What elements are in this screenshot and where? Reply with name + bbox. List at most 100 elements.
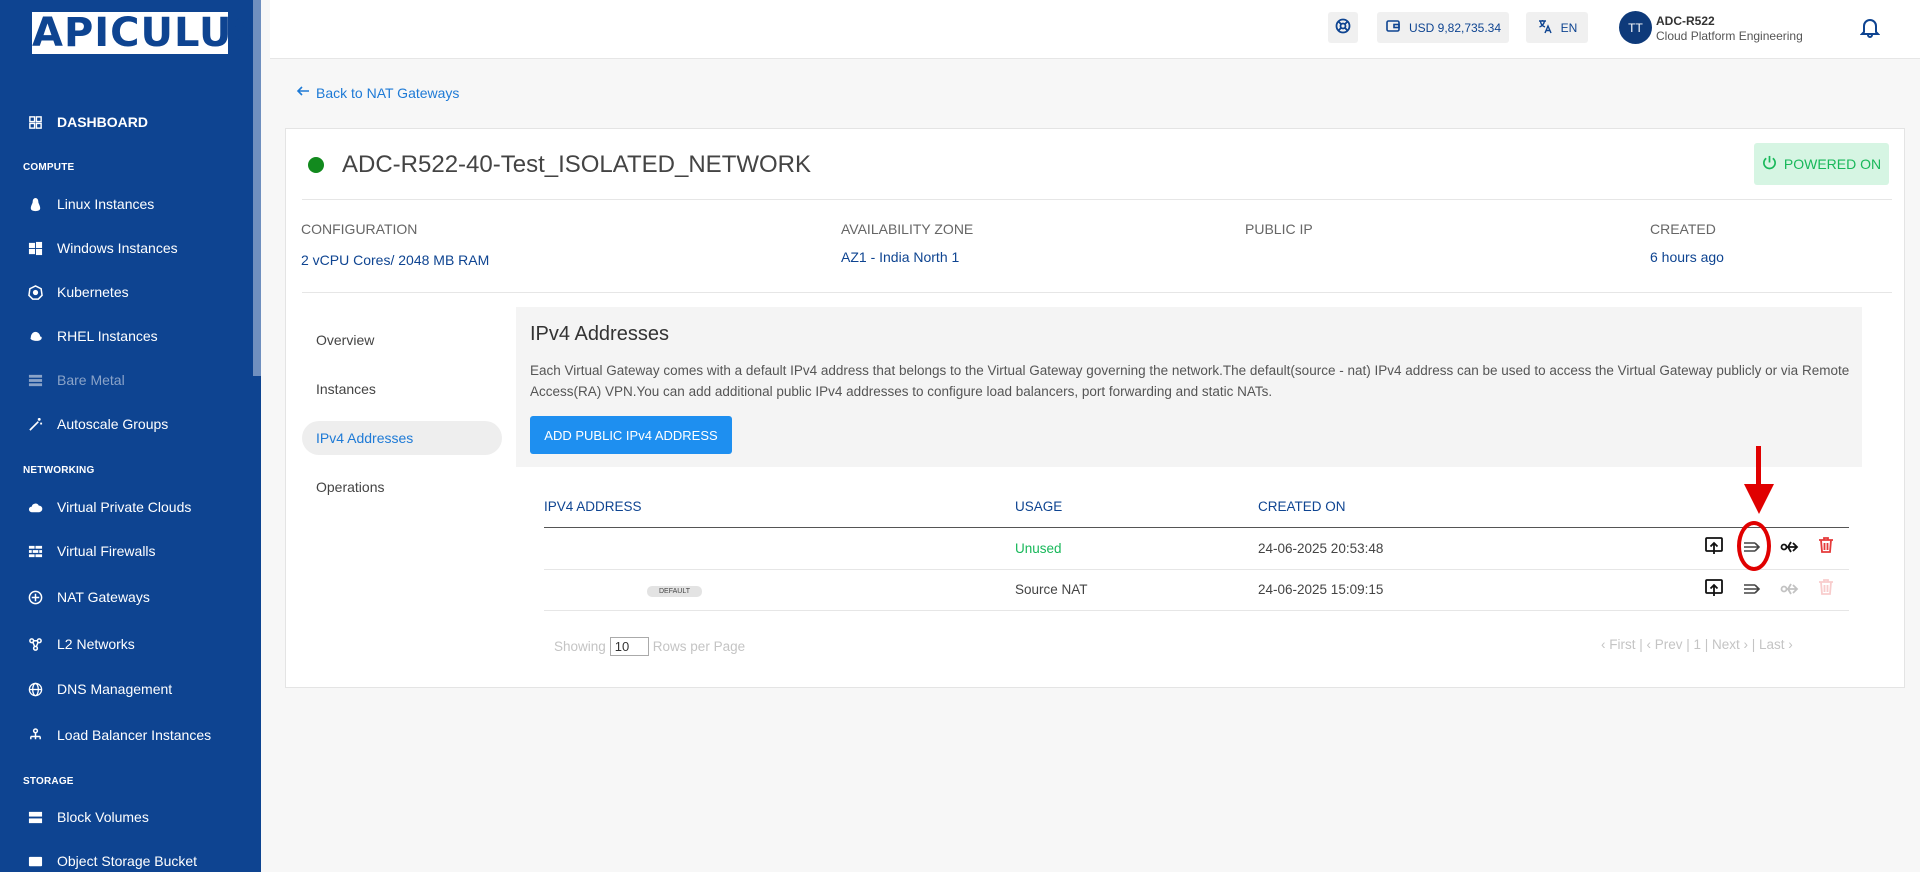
load-balancer-icon	[27, 727, 43, 743]
sidebar-item-l2-networks[interactable]: L2 Networks	[0, 628, 253, 660]
sidebar-item-bare-metal[interactable]: Bare Metal	[0, 364, 253, 396]
powered-on-button[interactable]: POWERED ON	[1754, 143, 1889, 185]
balance-text: USD 9,82,735.34	[1408, 20, 1502, 35]
static-nat-icon	[1778, 578, 1800, 600]
translate-icon	[1537, 18, 1553, 37]
usage-cell: Source NAT	[1015, 582, 1088, 597]
sidebar-scrollbar[interactable]	[253, 0, 261, 376]
public-ip-label: PUBLIC IP	[1245, 221, 1313, 237]
server-icon	[27, 372, 43, 388]
sidebar-item-windows-instances[interactable]: Windows Instances	[0, 232, 253, 264]
rows-per-page-label: Rows per Page	[652, 639, 746, 654]
rows-per-page-control: Showing 10 Rows per Page	[554, 637, 745, 656]
language-text: EN	[1560, 20, 1578, 35]
language-button[interactable]: EN	[1526, 12, 1588, 43]
tab-operations[interactable]: Operations	[302, 470, 502, 504]
sidebar-item-label: DASHBOARD	[57, 114, 148, 130]
nat-gateway-detail-card: ADC-R522-40-Test_ISOLATED_NETWORK POWERE…	[285, 128, 1905, 688]
sidebar-item-kubernetes[interactable]: Kubernetes	[0, 276, 253, 308]
delete-icon	[1815, 576, 1837, 598]
divider	[302, 199, 1892, 200]
tab-instances[interactable]: Instances	[302, 372, 502, 406]
created-on-cell: 24-06-2025 15:09:15	[1258, 582, 1384, 597]
l2-icon	[27, 636, 43, 652]
section-networking: NETWORKING	[23, 465, 95, 476]
default-badge: DEFAULT	[647, 586, 702, 597]
created-value: 6 hours ago	[1650, 249, 1724, 265]
created-on-cell: 24-06-2025 20:53:48	[1258, 541, 1384, 556]
upload-icon[interactable]	[1703, 535, 1725, 557]
windows-icon	[27, 240, 43, 256]
cloud-icon	[27, 499, 43, 515]
sidebar-item-label: Linux Instances	[57, 196, 155, 212]
bell-icon[interactable]	[1859, 16, 1881, 38]
sidebar-item-label: Load Balancer Instances	[57, 727, 212, 743]
sidebar-item-label: Object Storage Bucket	[57, 853, 198, 869]
wand-icon	[27, 416, 43, 432]
back-link-label: Back to NAT Gateways	[316, 84, 460, 101]
pagination-nav[interactable]: ‹ First | ‹ Prev | 1 | Next › | Last ›	[1601, 637, 1793, 652]
sidebar-item-label: Autoscale Groups	[57, 416, 169, 432]
sidebar-item-object-storage-bucket[interactable]: Object Storage Bucket	[0, 845, 253, 872]
column-header-ipv4-address: IPV4 ADDRESS	[544, 499, 642, 514]
support-button[interactable]	[1328, 12, 1358, 43]
availability-zone-value: AZ1 - India North 1	[841, 249, 960, 265]
showing-label: Showing	[554, 639, 606, 654]
delete-icon[interactable]	[1815, 534, 1837, 556]
tab-overview[interactable]: Overview	[302, 323, 502, 357]
divider	[302, 292, 1892, 293]
annotation-highlight-circle	[1737, 521, 1771, 571]
sidebar-item-label: Block Volumes	[57, 809, 149, 825]
apiculus-logo[interactable]: APICULUS	[32, 12, 261, 54]
nat-icon	[27, 589, 43, 605]
wallet-icon	[1385, 18, 1401, 37]
port-forwarding-icon[interactable]	[1741, 578, 1763, 600]
static-nat-icon[interactable]	[1778, 536, 1800, 558]
arrow-left-icon	[296, 84, 316, 101]
created-label: CREATED	[1650, 221, 1716, 237]
avatar[interactable]: TT	[1619, 11, 1652, 44]
sidebar-item-label: DNS Management	[57, 681, 173, 697]
upload-icon[interactable]	[1703, 577, 1725, 599]
tab-ipv4-addresses[interactable]: IPv4 Addresses	[302, 421, 502, 455]
column-header-usage: USAGE	[1015, 499, 1063, 514]
sidebar-item-autoscale-groups[interactable]: Autoscale Groups	[0, 408, 253, 440]
sidebar-item-label: Kubernetes	[57, 284, 129, 300]
ipv4-info-panel: IPv4 Addresses Each Virtual Gateway come…	[516, 307, 1862, 467]
power-icon	[1762, 155, 1784, 173]
table-header-divider	[544, 527, 1849, 528]
sidebar-item-dashboard[interactable]: DASHBOARD	[0, 106, 253, 138]
status-badge: POWERED ON	[1783, 156, 1882, 172]
add-public-ipv4-address-button[interactable]: ADD PUBLIC IPv4 ADDRESS	[530, 416, 732, 454]
sidebar-item-linux-instances[interactable]: Linux Instances	[0, 188, 253, 220]
sidebar-item-virtual-private-clouds[interactable]: Virtual Private Clouds	[0, 491, 253, 523]
back-to-nat-gateways-link[interactable]: Back to NAT Gateways	[296, 84, 459, 101]
row-divider	[544, 569, 1849, 570]
column-header-created-on: CREATED ON	[1258, 499, 1346, 514]
section-compute: COMPUTE	[23, 162, 75, 173]
user-name: ADC-R522	[1656, 14, 1715, 28]
sidebar-item-block-volumes[interactable]: Block Volumes	[0, 801, 253, 833]
kubernetes-icon	[27, 284, 43, 300]
sidebar-item-rhel-instances[interactable]: RHEL Instances	[0, 320, 253, 352]
sidebar-item-label: Virtual Private Clouds	[57, 499, 192, 515]
linux-icon	[27, 196, 43, 212]
rows-per-page-input[interactable]: 10	[609, 637, 649, 656]
sidebar-item-label: RHEL Instances	[57, 328, 158, 344]
sidebar-item-nat-gateways[interactable]: NAT Gateways	[0, 581, 253, 613]
wallet-balance-button[interactable]: USD 9,82,735.34	[1377, 12, 1509, 43]
sidebar-item-label: Windows Instances	[57, 240, 178, 256]
firewall-icon	[27, 543, 43, 559]
annotation-arrow-shaft	[1756, 446, 1761, 486]
rhel-icon	[27, 328, 43, 344]
sidebar-item-virtual-firewalls[interactable]: Virtual Firewalls	[0, 535, 253, 567]
sidebar-item-label: L2 Networks	[57, 636, 135, 652]
sidebar-item-dns-management[interactable]: DNS Management	[0, 673, 253, 705]
availability-zone-label: AVAILABILITY ZONE	[841, 221, 974, 237]
status-indicator	[308, 157, 324, 173]
sidebar-item-load-balancer-instances[interactable]: Load Balancer Instances	[0, 719, 253, 751]
volume-icon	[27, 809, 43, 825]
ipv4-section-description: Each Virtual Gateway comes with a defaul…	[530, 363, 1850, 399]
dashboard-icon	[27, 114, 43, 130]
configuration-label: CONFIGURATION	[301, 221, 418, 237]
